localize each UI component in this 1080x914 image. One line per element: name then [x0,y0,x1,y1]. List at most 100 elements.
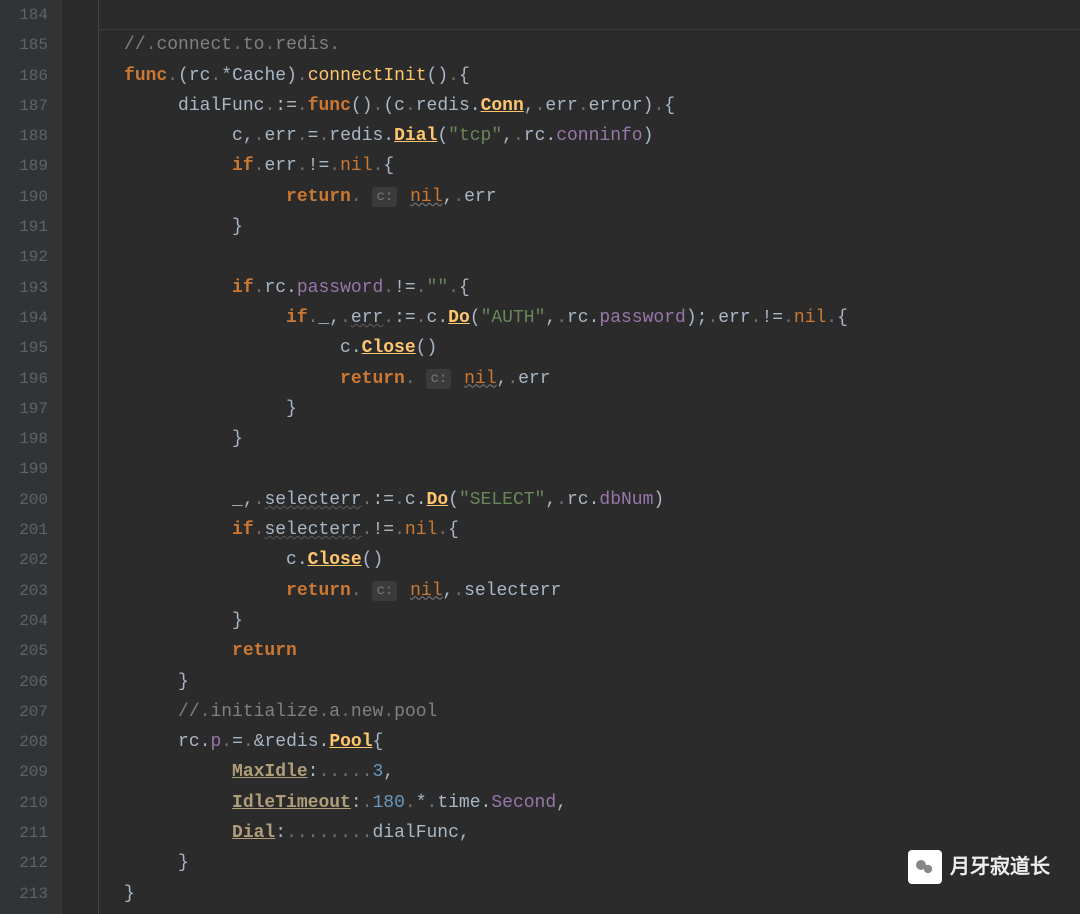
token: . [383,308,394,328]
code-line[interactable]: return. c: nil,.err [70,364,1080,394]
line-number: 202 [6,545,48,575]
token: nil [410,187,442,207]
token: } [178,672,189,692]
code-line[interactable]: } [70,394,1080,424]
token: // [178,702,200,722]
token: . [254,490,265,510]
token: . [453,187,464,207]
token: c: [426,369,451,389]
code-line[interactable] [70,454,1080,484]
code-line[interactable]: func.(rc.*Cache).connectInit().{ [70,61,1080,91]
token: . [254,278,265,298]
code-line[interactable]: MaxIdle:.....3, [70,757,1080,787]
code-editor[interactable]: 1841851861871881891901911921931941951961… [0,0,1080,914]
token: , [545,308,556,328]
token: } [232,611,243,631]
code-line[interactable]: return. c: nil,.selecterr [70,576,1080,606]
token: } [124,884,135,904]
token: (rc [178,66,210,86]
token: . [318,702,329,722]
token: password [599,308,685,328]
code-line[interactable]: Dial:........dialFunc, [70,818,1080,848]
token: : [275,823,286,843]
token: . [297,66,308,86]
code-line[interactable]: if.selecterr.!=.nil.{ [70,515,1080,545]
token: () [427,66,449,86]
token: . [405,793,416,813]
token: Dial [394,126,437,146]
token: . [221,732,232,752]
code-line[interactable]: c,.err.=.redis.Dial("tcp",.rc.conninfo) [70,121,1080,151]
token: MaxIdle [232,762,308,782]
code-line[interactable]: } [70,606,1080,636]
line-number: 208 [6,727,48,757]
token: . [210,66,221,86]
token: Close [308,550,362,570]
token: ); [686,308,708,328]
code-line[interactable]: c.Close() [70,333,1080,363]
token: . [254,520,265,540]
token: ( [437,126,448,146]
token: dialFunc, [372,823,469,843]
token: . [578,96,589,116]
token: return [340,369,405,389]
token: . [329,156,340,176]
token: p [210,732,221,752]
code-line[interactable] [70,242,1080,272]
line-number: 212 [6,848,48,878]
code-line[interactable]: if._,.err.:=.c.Do("AUTH",.rc.password);.… [70,303,1080,333]
gutter-border [98,0,99,914]
code-line[interactable]: IdleTimeout:.180.*.time.Second, [70,788,1080,818]
token: . [373,96,384,116]
code-line[interactable]: if.err.!=.nil.{ [70,151,1080,181]
token: . [453,581,464,601]
code-line[interactable]: } [70,848,1080,878]
token: ( [470,308,481,328]
token: new [351,702,383,722]
token: * [416,793,427,813]
code-line[interactable]: } [70,879,1080,909]
token: != [394,278,416,298]
token: . [264,96,275,116]
token: if [232,156,254,176]
line-number: 192 [6,242,48,272]
code-line[interactable]: c.Close() [70,545,1080,575]
code-line[interactable]: //.connect.to.redis. [70,30,1080,60]
code-area[interactable]: //.connect.to.redis. func.(rc.*Cache).co… [62,0,1080,914]
code-line[interactable]: //.initialize.a.new.pool [70,697,1080,727]
token: . [264,35,275,55]
code-line[interactable]: return [70,636,1080,666]
token: _, [232,490,254,510]
token: rc. [264,278,296,298]
code-line[interactable]: } [70,667,1080,697]
code-line[interactable] [70,0,1080,30]
code-line[interactable]: dialFunc.:=.func().(c.redis.Conn,.err.er… [70,91,1080,121]
token: func [124,66,167,86]
token: c: [372,581,397,601]
token: { [373,732,384,752]
token: nil [405,520,437,540]
token: := [394,308,416,328]
code-line[interactable]: _,.selecterr.:=.c.Do("SELECT",.rc.dbNum) [70,485,1080,515]
code-line[interactable]: return. c: nil,.err [70,182,1080,212]
token: (c [383,96,405,116]
token: . [394,520,405,540]
token: c. [427,308,449,328]
token: func [308,96,351,116]
token: Pool [329,732,372,752]
token: . [448,66,459,86]
token: Do [448,308,470,328]
token: Do [427,490,449,510]
token: pool [394,702,437,722]
token: return [286,581,351,601]
code-line[interactable]: rc.p.=.&redis.Pool{ [70,727,1080,757]
code-line[interactable]: } [70,424,1080,454]
token: . [254,126,265,146]
token: rc. [524,126,556,146]
token: , [383,762,394,782]
token: connectInit [308,66,427,86]
line-number: 201 [6,515,48,545]
code-line[interactable]: if.rc.password.!=."".{ [70,273,1080,303]
token: , [556,793,567,813]
code-line[interactable]: } [70,212,1080,242]
